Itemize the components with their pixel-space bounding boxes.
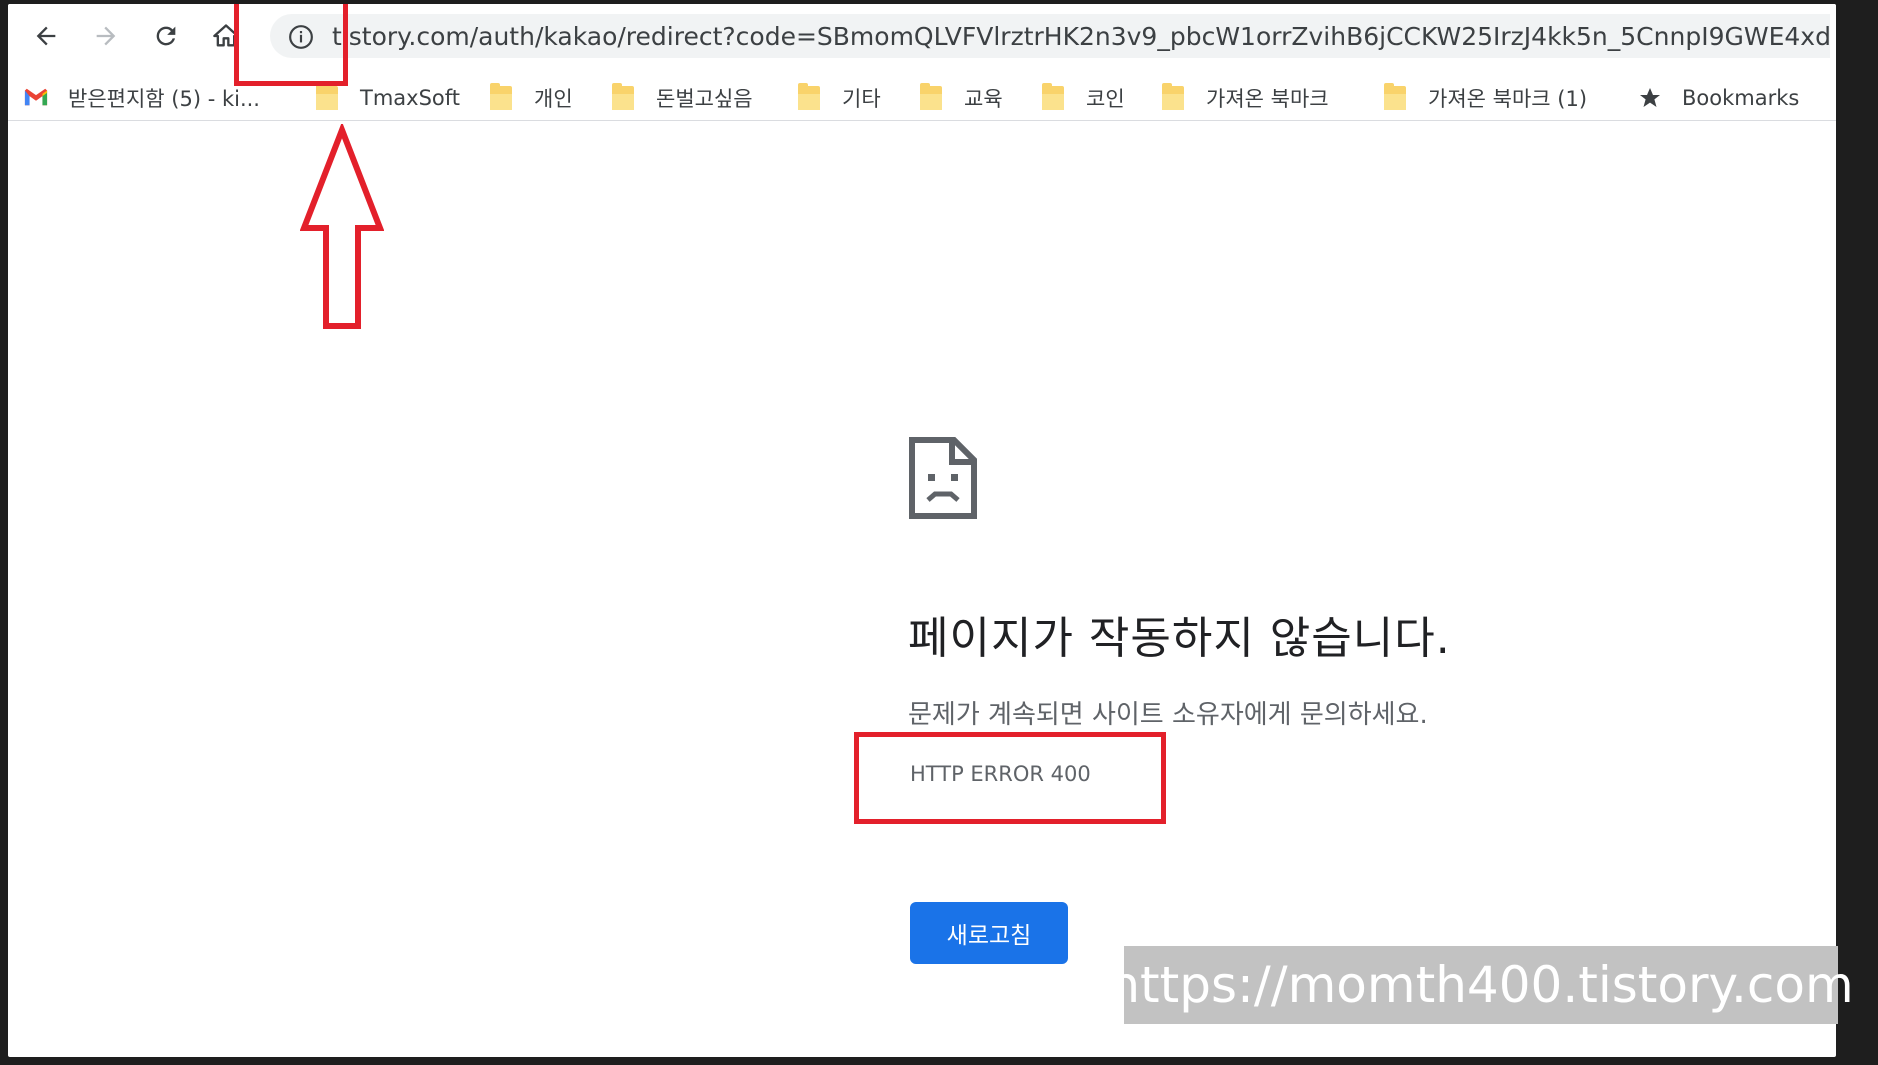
bookmark-label: 기타 — [842, 87, 881, 111]
error-title: 페이지가 작동하지 않습니다. — [908, 613, 1451, 664]
annotation-box-url — [234, 4, 348, 86]
bookmark-gmail[interactable]: 받은편지함 (5) - ki... — [24, 82, 260, 114]
browser-window: tistory.com/auth/kakao/redirect?code=SBm… — [8, 4, 1836, 1057]
reload-button[interactable]: 새로고침 — [910, 902, 1068, 964]
bookmark-label: 개인 — [534, 87, 573, 111]
sad-page-icon — [909, 437, 977, 519]
annotation-arrow-up-icon — [300, 124, 384, 329]
bookmark-bookmarks[interactable]: Bookmarks — [1638, 82, 1799, 114]
folder-icon — [612, 83, 634, 110]
gmail-icon — [24, 86, 48, 110]
refresh-icon — [156, 26, 176, 46]
url-text[interactable]: tistory.com/auth/kakao/redirect?code=SBm… — [332, 22, 1830, 51]
back-button[interactable] — [26, 16, 66, 56]
annotation-box-error-code — [854, 732, 1166, 824]
bookmark-label: 가져온 북마크 (1) — [1428, 87, 1588, 111]
folder-icon — [1042, 83, 1064, 110]
reload-toolbar-button[interactable] — [146, 16, 186, 56]
bookmark-folder-imported-1[interactable]: 가져온 북마크 (1) — [1384, 82, 1587, 114]
back-arrow-icon — [36, 26, 56, 46]
bookmark-label: 교육 — [964, 87, 1003, 111]
watermark: https://momth400.tistory.com — [1108, 946, 1854, 1024]
bookmark-folder-money[interactable]: 돈벌고싶음 — [612, 82, 753, 114]
address-bar[interactable]: tistory.com/auth/kakao/redirect?code=SBm… — [270, 14, 1830, 58]
bookmark-label: Bookmarks — [1682, 86, 1800, 110]
bookmark-folder-personal[interactable]: 개인 — [490, 82, 573, 114]
bookmark-label: 코인 — [1086, 87, 1125, 111]
folder-icon — [316, 83, 338, 110]
error-subtitle: 문제가 계속되면 사이트 소유자에게 문의하세요. — [908, 700, 1428, 730]
bookmark-label: 가져온 북마크 — [1206, 87, 1329, 111]
bookmark-folder-coin[interactable]: 코인 — [1042, 82, 1125, 114]
bookmark-folder-etc[interactable]: 기타 — [798, 82, 881, 114]
folder-icon — [920, 83, 942, 110]
folder-icon — [1162, 83, 1184, 110]
forward-arrow-icon — [96, 26, 116, 46]
star-icon — [1638, 86, 1662, 110]
bookmark-label: 받은편지함 (5) - ki... — [68, 87, 260, 111]
folder-icon — [490, 83, 512, 110]
bookmark-folder-education[interactable]: 교육 — [920, 82, 1003, 114]
forward-button[interactable] — [86, 16, 126, 56]
folder-icon — [1384, 83, 1406, 110]
bookmark-label: TmaxSoft — [360, 86, 461, 110]
bookmark-label: 돈벌고싶음 — [656, 87, 753, 111]
folder-icon — [798, 83, 820, 110]
error-page: 페이지가 작동하지 않습니다. 문제가 계속되면 사이트 소유자에게 문의하세요… — [8, 122, 1836, 1057]
bookmark-folder-tmaxsoft[interactable]: TmaxSoft — [316, 82, 460, 114]
bookmark-folder-imported[interactable]: 가져온 북마크 — [1162, 82, 1329, 114]
